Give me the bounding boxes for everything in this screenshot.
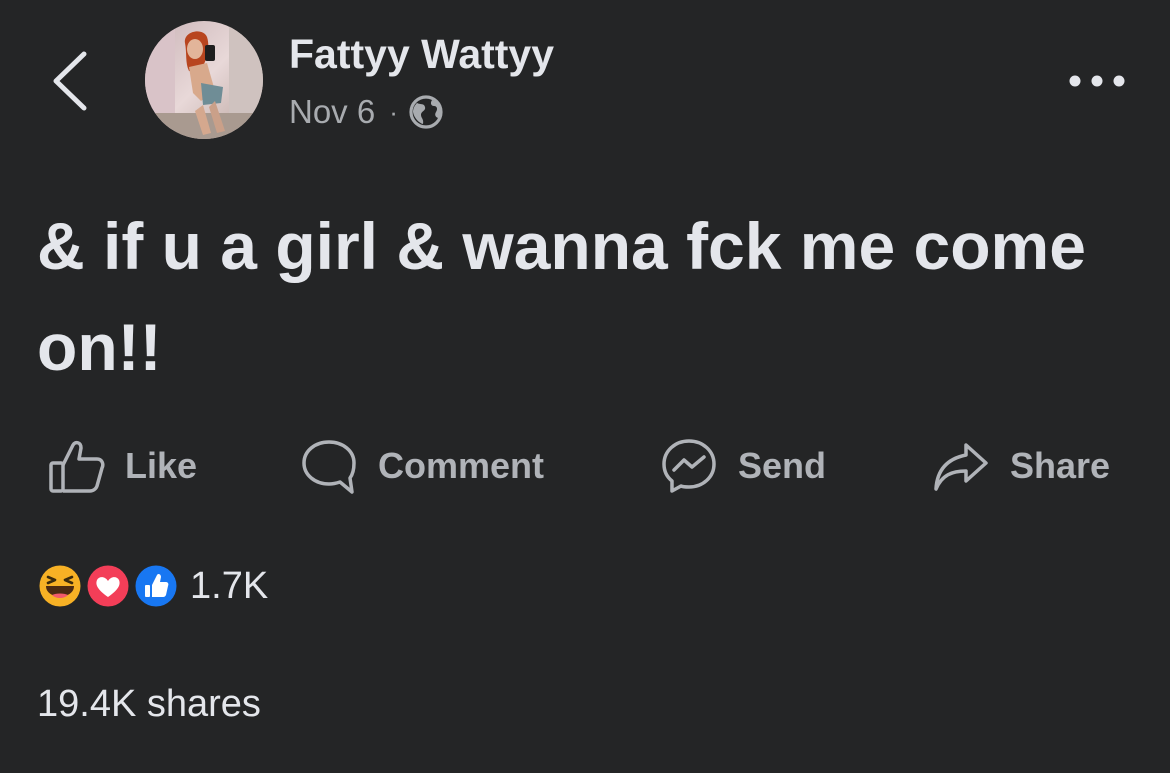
more-options-icon (1069, 75, 1125, 87)
share-button[interactable]: Share (932, 432, 1110, 500)
haha-reaction-icon (37, 563, 83, 609)
send-label: Send (738, 445, 827, 486)
love-reaction-icon (85, 563, 131, 609)
messenger-icon (662, 439, 716, 493)
thumbs-up-icon (49, 440, 105, 493)
chevron-left-icon (53, 51, 87, 111)
send-button[interactable]: Send (660, 432, 826, 500)
post-date[interactable]: Nov 6 (289, 93, 375, 131)
post-text: & if u a girl & wanna fck me come on!! (37, 209, 1086, 384)
action-bar: Like Comment Send Share (0, 432, 1170, 500)
share-icon (934, 443, 988, 491)
comment-label: Comment (378, 445, 545, 486)
shares-count[interactable]: 19.4K shares (37, 683, 261, 726)
reactions-summary[interactable]: 1.7K (36, 562, 268, 610)
like-label: Like (125, 445, 198, 486)
comment-button[interactable]: Comment (300, 432, 544, 500)
author-name[interactable]: Fattyy Wattyy (289, 31, 554, 78)
like-reaction-icon (133, 563, 179, 609)
more-options-button[interactable] (1064, 64, 1130, 98)
profile-photo (145, 21, 263, 139)
comment-icon (302, 440, 356, 494)
reaction-icons (36, 562, 184, 610)
avatar[interactable] (145, 21, 263, 139)
post-meta: Nov 6 · (289, 92, 444, 132)
meta-separator: · (389, 96, 398, 127)
like-button[interactable]: Like (47, 432, 197, 500)
reaction-count: 1.7K (190, 564, 269, 607)
globe-icon[interactable] (408, 94, 444, 130)
share-label: Share (1010, 445, 1111, 486)
back-button[interactable] (46, 48, 96, 114)
